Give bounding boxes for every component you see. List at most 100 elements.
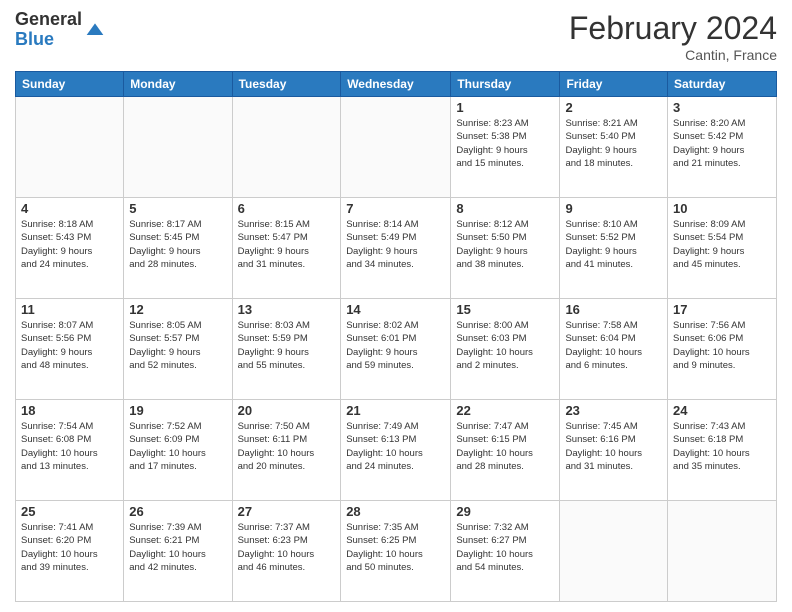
calendar-row-2: 11Sunrise: 8:07 AMSunset: 5:56 PMDayligh… [16,299,777,400]
day-number: 15 [456,302,554,317]
calendar-cell: 9 Sunrise: 8:10 AMSunset: 5:52 PMDaylight… [560,198,668,299]
calendar-cell: 23 Sunrise: 7:45 AMSunset: 6:16 PMDayligh… [560,400,668,501]
day-number: 24 [673,403,771,418]
day-info: Sunrise: 8:23 AMSunset: 5:38 PMDaylight:… [456,117,554,170]
day-number: 1 [456,100,554,115]
col-friday: Friday [560,72,668,97]
day-number: 4 [21,201,118,216]
day-info: Sunrise: 8:03 AMSunset: 5:59 PMDaylight:… [238,319,336,372]
day-info: Sunrise: 8:10 AMSunset: 5:52 PMDaylight:… [565,218,662,271]
day-info: Sunrise: 7:32 AMSunset: 6:27 PMDaylight:… [456,521,554,574]
logo-line1: General [15,10,82,30]
day-number: 12 [129,302,226,317]
day-number: 2 [565,100,662,115]
logo-line2: Blue [15,30,82,50]
day-info: Sunrise: 8:20 AMSunset: 5:42 PMDaylight:… [673,117,771,170]
col-tuesday: Tuesday [232,72,341,97]
calendar-cell: 27Sunrise: 7:37 AMSunset: 6:23 PMDayligh… [232,501,341,602]
calendar-cell: 20 Sunrise: 7:50 AMSunset: 6:11 PMDayligh… [232,400,341,501]
calendar-cell: 12 Sunrise: 8:05 AMSunset: 5:57 PMDayligh… [124,299,232,400]
calendar-cell: 26 Sunrise: 7:39 AMSunset: 6:21 PMDayligh… [124,501,232,602]
day-info: Sunrise: 8:15 AMSunset: 5:47 PMDaylight:… [238,218,336,271]
day-info: Sunrise: 8:17 AMSunset: 5:45 PMDaylight:… [129,218,226,271]
day-info: Sunrise: 8:14 AMSunset: 5:49 PMDaylight:… [346,218,445,271]
calendar-cell: 6 Sunrise: 8:15 AMSunset: 5:47 PMDaylight… [232,198,341,299]
calendar-cell: 29Sunrise: 7:32 AMSunset: 6:27 PMDayligh… [451,501,560,602]
day-number: 17 [673,302,771,317]
day-number: 6 [238,201,336,216]
logo-text: General Blue [15,10,82,50]
day-info: Sunrise: 8:21 AMSunset: 5:40 PMDaylight:… [565,117,662,170]
day-info: Sunrise: 7:56 AMSunset: 6:06 PMDaylight:… [673,319,771,372]
calendar-cell: 22 Sunrise: 7:47 AMSunset: 6:15 PMDayligh… [451,400,560,501]
day-info: Sunrise: 8:18 AMSunset: 5:43 PMDaylight:… [21,218,118,271]
day-info: Sunrise: 8:12 AMSunset: 5:50 PMDaylight:… [456,218,554,271]
col-monday: Monday [124,72,232,97]
day-info: Sunrise: 7:41 AMSunset: 6:20 PMDaylight:… [21,521,118,574]
day-info: Sunrise: 8:02 AMSunset: 6:01 PMDaylight:… [346,319,445,372]
day-number: 16 [565,302,662,317]
day-number: 23 [565,403,662,418]
calendar-cell [16,97,124,198]
calendar-cell: 28 Sunrise: 7:35 AMSunset: 6:25 PMDayligh… [341,501,451,602]
day-number: 8 [456,201,554,216]
day-number: 26 [129,504,226,519]
day-number: 7 [346,201,445,216]
col-thursday: Thursday [451,72,560,97]
calendar-cell [341,97,451,198]
calendar-cell: 11Sunrise: 8:07 AMSunset: 5:56 PMDayligh… [16,299,124,400]
day-number: 22 [456,403,554,418]
day-info: Sunrise: 8:09 AMSunset: 5:54 PMDaylight:… [673,218,771,271]
day-info: Sunrise: 7:50 AMSunset: 6:11 PMDaylight:… [238,420,336,473]
calendar-cell [232,97,341,198]
day-info: Sunrise: 7:43 AMSunset: 6:18 PMDaylight:… [673,420,771,473]
title-section: February 2024 Cantin, France [569,10,777,63]
day-info: Sunrise: 8:05 AMSunset: 5:57 PMDaylight:… [129,319,226,372]
calendar-cell: 4 Sunrise: 8:18 AMSunset: 5:43 PMDaylight… [16,198,124,299]
day-info: Sunrise: 7:52 AMSunset: 6:09 PMDaylight:… [129,420,226,473]
calendar-cell: 16 Sunrise: 7:58 AMSunset: 6:04 PMDayligh… [560,299,668,400]
calendar-cell: 15 Sunrise: 8:00 AMSunset: 6:03 PMDayligh… [451,299,560,400]
calendar-cell [668,501,777,602]
day-number: 27 [238,504,336,519]
day-info: Sunrise: 7:35 AMSunset: 6:25 PMDaylight:… [346,521,445,574]
calendar-cell: 14 Sunrise: 8:02 AMSunset: 6:01 PMDayligh… [341,299,451,400]
main-title: February 2024 [569,10,777,47]
day-info: Sunrise: 7:49 AMSunset: 6:13 PMDaylight:… [346,420,445,473]
calendar-cell: 24 Sunrise: 7:43 AMSunset: 6:18 PMDayligh… [668,400,777,501]
calendar-page: General Blue February 2024 Cantin, Franc… [0,0,792,612]
calendar-cell: 7 Sunrise: 8:14 AMSunset: 5:49 PMDaylight… [341,198,451,299]
subtitle: Cantin, France [569,47,777,63]
day-number: 5 [129,201,226,216]
day-number: 9 [565,201,662,216]
day-info: Sunrise: 8:00 AMSunset: 6:03 PMDaylight:… [456,319,554,372]
day-info: Sunrise: 7:39 AMSunset: 6:21 PMDaylight:… [129,521,226,574]
calendar-cell: 3 Sunrise: 8:20 AMSunset: 5:42 PMDaylight… [668,97,777,198]
day-number: 13 [238,302,336,317]
day-number: 25 [21,504,118,519]
day-info: Sunrise: 7:45 AMSunset: 6:16 PMDaylight:… [565,420,662,473]
calendar-cell: 8 Sunrise: 8:12 AMSunset: 5:50 PMDaylight… [451,198,560,299]
calendar-cell: 5 Sunrise: 8:17 AMSunset: 5:45 PMDaylight… [124,198,232,299]
calendar-cell: 25 Sunrise: 7:41 AMSunset: 6:20 PMDayligh… [16,501,124,602]
day-number: 28 [346,504,445,519]
day-info: Sunrise: 7:54 AMSunset: 6:08 PMDaylight:… [21,420,118,473]
logo-icon [85,20,105,40]
day-info: Sunrise: 7:58 AMSunset: 6:04 PMDaylight:… [565,319,662,372]
day-number: 10 [673,201,771,216]
day-number: 20 [238,403,336,418]
calendar-cell: 19 Sunrise: 7:52 AMSunset: 6:09 PMDayligh… [124,400,232,501]
col-saturday: Saturday [668,72,777,97]
logo: General Blue [15,10,105,50]
day-info: Sunrise: 8:07 AMSunset: 5:56 PMDaylight:… [21,319,118,372]
day-number: 14 [346,302,445,317]
day-info: Sunrise: 7:47 AMSunset: 6:15 PMDaylight:… [456,420,554,473]
calendar-row-3: 18Sunrise: 7:54 AMSunset: 6:08 PMDayligh… [16,400,777,501]
col-wednesday: Wednesday [341,72,451,97]
calendar-cell: 17 Sunrise: 7:56 AMSunset: 6:06 PMDayligh… [668,299,777,400]
day-number: 3 [673,100,771,115]
col-sunday: Sunday [16,72,124,97]
calendar-cell: 13 Sunrise: 8:03 AMSunset: 5:59 PMDayligh… [232,299,341,400]
day-number: 19 [129,403,226,418]
header-row: Sunday Monday Tuesday Wednesday Thursday… [16,72,777,97]
